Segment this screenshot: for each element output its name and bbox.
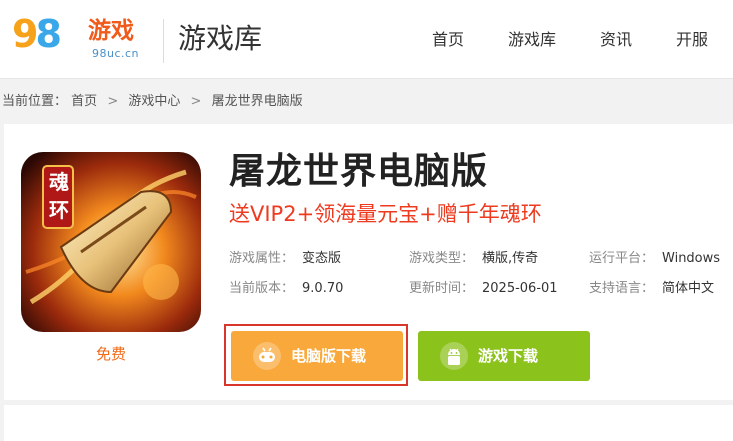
attr-platform: 运行平台： Windows <box>589 251 721 266</box>
site-header: 98 游戏 98uc.cn 游戏库 首页 游戏库 资讯 开服 <box>0 0 733 79</box>
game-detail-card: 魂环 免费 屠龙世界电脑版 送VIP2+领海量元宝+赠千年魂环 游戏属性： 变态版… <box>4 124 733 400</box>
breadcrumb-current: 屠龙世界电脑版 <box>211 94 303 109</box>
android-download-label: 游戏下载 <box>478 347 539 365</box>
attr-version: 当前版本： 9.0.70 <box>229 281 344 296</box>
logo-brand: 游戏 <box>88 18 134 44</box>
android-icon <box>440 342 468 370</box>
attr-type: 游戏类型： 横版,传奇 <box>409 251 539 266</box>
game-icon-text: 魂环 <box>49 170 69 222</box>
breadcrumb-game-center[interactable]: 游戏中心 <box>128 94 180 109</box>
breadcrumb-home[interactable]: 首页 <box>71 94 97 109</box>
attr-updated: 更新时间： 2025-06-01 <box>409 281 558 296</box>
header-divider <box>163 19 164 63</box>
site-logo[interactable]: 98 游戏 98uc.cn <box>10 8 150 66</box>
logo-digits: 98 <box>12 12 62 56</box>
nav-home[interactable]: 首页 <box>432 29 464 51</box>
price-label: 免费 <box>95 345 126 363</box>
breadcrumb-separator: > <box>190 94 202 109</box>
breadcrumb-label: 当前位置： <box>2 94 68 109</box>
attr-language: 支持语言： 简体中文 <box>589 281 715 296</box>
breadcrumb: 当前位置： 首页 > 游戏中心 > 屠龙世界电脑版 <box>2 92 303 112</box>
nav-servers[interactable]: 开服 <box>676 29 708 51</box>
next-section <box>4 405 733 441</box>
logo-domain: 98uc.cn <box>92 47 140 60</box>
nav-news[interactable]: 资讯 <box>600 29 632 51</box>
game-icon: 魂环 <box>21 152 201 332</box>
attr-property: 游戏属性： 变态版 <box>229 251 342 266</box>
breadcrumb-separator: > <box>107 94 119 109</box>
nav-game-library[interactable]: 游戏库 <box>508 29 556 51</box>
site-title: 游戏库 <box>178 22 263 55</box>
highlight-box <box>224 324 408 386</box>
android-download-button[interactable]: 游戏下载 <box>418 331 590 381</box>
promo-text: 送VIP2+领海量元宝+赠千年魂环 <box>229 202 542 226</box>
game-title: 屠龙世界电脑版 <box>229 151 489 192</box>
